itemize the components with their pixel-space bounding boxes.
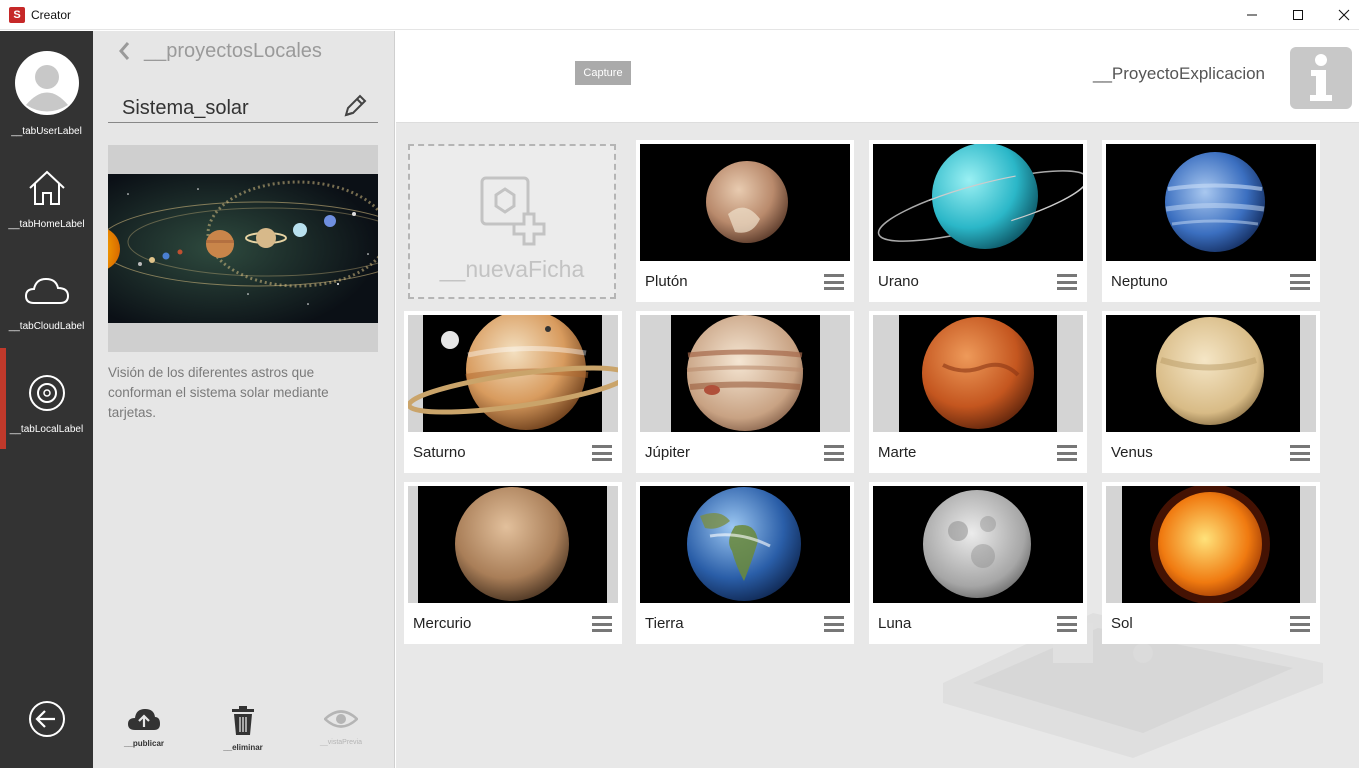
window-title: Creator bbox=[31, 8, 72, 22]
card-image bbox=[408, 315, 618, 432]
card-image bbox=[1106, 144, 1316, 261]
card-image bbox=[640, 144, 850, 261]
card-image bbox=[1106, 486, 1316, 603]
tab-user-label: __tabUserLabel bbox=[11, 126, 82, 137]
card-name: Sol bbox=[1111, 615, 1133, 632]
card-name: Venus bbox=[1111, 444, 1153, 461]
cards-grid: __nuevaFicha Plutón Urano Neptuno Saturn… bbox=[396, 123, 1359, 768]
card-image bbox=[408, 486, 618, 603]
card-menu-icon[interactable] bbox=[1057, 274, 1077, 290]
cloud-icon bbox=[24, 277, 70, 304]
card-menu-icon[interactable] bbox=[592, 445, 612, 461]
card-menu-icon[interactable] bbox=[1057, 445, 1077, 461]
chevron-left-icon bbox=[119, 42, 130, 60]
card-menu-icon[interactable] bbox=[1290, 616, 1310, 632]
back-to-projects-button[interactable]: __proyectosLocales bbox=[118, 39, 322, 63]
card-urano[interactable]: Urano bbox=[869, 140, 1087, 302]
card-image bbox=[640, 315, 850, 432]
capture-button[interactable]: Capture bbox=[575, 61, 631, 85]
card-menu-icon[interactable] bbox=[592, 616, 612, 632]
project-actions: __publicar __eliminar __vistaPrevia bbox=[93, 706, 395, 766]
eye-icon bbox=[323, 710, 359, 728]
card-jupiter[interactable]: Júpiter bbox=[636, 311, 854, 473]
cloud-upload-icon bbox=[128, 709, 160, 730]
card-marte[interactable]: Marte bbox=[869, 311, 1087, 473]
tab-user[interactable]: __tabUserLabel bbox=[0, 31, 93, 141]
project-detail-panel: __proyectosLocales Sistema_solar Visión … bbox=[93, 31, 395, 768]
minimize-icon bbox=[1247, 14, 1257, 16]
card-menu-icon[interactable] bbox=[1290, 445, 1310, 461]
tab-cloud-label: __tabCloudLabel bbox=[8, 321, 85, 332]
preview-button[interactable]: __vistaPrevia bbox=[301, 706, 381, 746]
disc-icon bbox=[29, 375, 65, 411]
card-name: Tierra bbox=[645, 615, 684, 632]
project-header: Capture __ProyectoExplicacion bbox=[396, 31, 1359, 123]
maximize-icon bbox=[1293, 10, 1303, 20]
card-tierra[interactable]: Tierra bbox=[636, 482, 854, 644]
home-icon bbox=[29, 170, 65, 205]
card-menu-icon[interactable] bbox=[1290, 274, 1310, 290]
new-card-button[interactable]: __nuevaFicha bbox=[408, 144, 616, 299]
card-menu-icon[interactable] bbox=[824, 445, 844, 461]
new-card-label: __nuevaFicha bbox=[439, 256, 585, 282]
title-bar: S Creator bbox=[0, 0, 1359, 30]
creator-window: S Creator __tabUserLabel __tabHomeLabel bbox=[0, 0, 1359, 768]
project-thumbnail bbox=[108, 145, 378, 352]
trash-icon bbox=[232, 706, 254, 735]
user-avatar-icon bbox=[15, 51, 79, 115]
card-image bbox=[1106, 315, 1316, 432]
card-name: Neptuno bbox=[1111, 273, 1168, 290]
card-name: Mercurio bbox=[413, 615, 472, 632]
project-name: Sistema_solar bbox=[122, 97, 249, 119]
preview-label: __vistaPrevia bbox=[319, 739, 363, 746]
card-name: Luna bbox=[878, 615, 912, 632]
tab-local-label: __tabLocalLabel bbox=[9, 424, 84, 435]
card-image bbox=[873, 144, 1083, 261]
solar-system-image bbox=[108, 174, 378, 323]
card-menu-icon[interactable] bbox=[1057, 616, 1077, 632]
card-name: Júpiter bbox=[645, 444, 691, 461]
info-button[interactable] bbox=[1290, 47, 1352, 109]
card-image bbox=[873, 486, 1083, 603]
card-luna[interactable]: Luna bbox=[869, 482, 1087, 644]
card-image bbox=[873, 315, 1083, 432]
main-tab-bar: __tabUserLabel __tabHomeLabel __tabCloud… bbox=[0, 31, 93, 768]
logout-button[interactable] bbox=[0, 696, 93, 746]
tab-home[interactable]: __tabHomeLabel bbox=[0, 151, 93, 251]
back-label: __proyectosLocales bbox=[144, 39, 322, 62]
tab-cloud[interactable]: __tabCloudLabel bbox=[0, 253, 93, 353]
card-image bbox=[640, 486, 850, 603]
project-explanation-label: __ProyectoExplicacion bbox=[1093, 64, 1265, 83]
card-sol[interactable]: Sol bbox=[1102, 482, 1320, 644]
card-pluton[interactable]: Plutón bbox=[636, 140, 854, 302]
edit-pencil-icon[interactable] bbox=[342, 93, 368, 119]
logout-icon bbox=[29, 701, 65, 737]
project-name-field[interactable]: Sistema_solar bbox=[108, 91, 378, 123]
tab-local[interactable]: __tabLocalLabel bbox=[0, 353, 93, 453]
card-name: Marte bbox=[878, 444, 917, 461]
maximize-button[interactable] bbox=[1275, 0, 1321, 30]
close-button[interactable] bbox=[1321, 0, 1359, 30]
card-menu-icon[interactable] bbox=[824, 274, 844, 290]
card-name: Saturno bbox=[413, 444, 466, 461]
card-mercurio[interactable]: Mercurio bbox=[404, 482, 622, 644]
card-saturno[interactable]: Saturno bbox=[404, 311, 622, 473]
card-menu-icon[interactable] bbox=[824, 616, 844, 632]
card-name: Plutón bbox=[645, 273, 688, 290]
add-card-icon bbox=[480, 176, 546, 246]
close-icon bbox=[1338, 9, 1350, 21]
card-neptuno[interactable]: Neptuno bbox=[1102, 140, 1320, 302]
delete-label: __eliminar bbox=[223, 743, 263, 752]
publish-button[interactable]: __publicar bbox=[104, 706, 184, 748]
project-description: Visión de los diferentes astros que conf… bbox=[108, 365, 329, 420]
card-name: Urano bbox=[878, 273, 919, 290]
app-logo-icon: S bbox=[9, 7, 25, 23]
delete-button[interactable]: __eliminar bbox=[203, 706, 283, 752]
info-icon bbox=[1310, 54, 1332, 101]
minimize-button[interactable] bbox=[1229, 0, 1275, 30]
tab-home-label: __tabHomeLabel bbox=[8, 219, 85, 230]
publish-label: __publicar bbox=[123, 739, 164, 748]
card-venus[interactable]: Venus bbox=[1102, 311, 1320, 473]
